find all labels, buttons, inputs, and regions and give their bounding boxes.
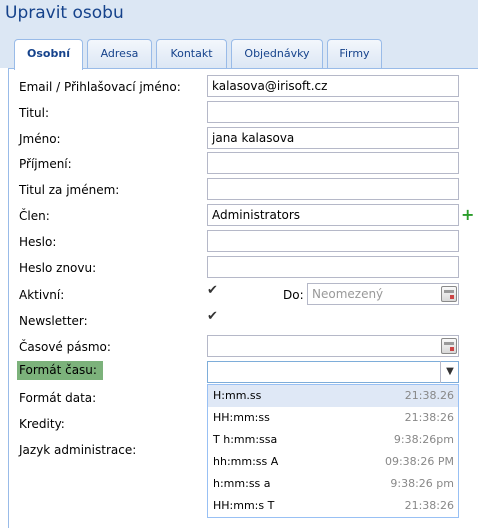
tab-adresa[interactable]: Adresa: [87, 39, 152, 69]
tab-firmy[interactable]: Firmy: [327, 39, 382, 69]
timezone-picker-icon[interactable]: [441, 338, 457, 354]
newsletter-checkbox[interactable]: ✔: [207, 310, 220, 323]
option-format: hh:mm:ss A: [213, 455, 279, 468]
titul-field[interactable]: [207, 101, 459, 123]
list-item[interactable]: hh:mm:ss A 09:38:26 PM: [208, 451, 458, 473]
calendar-icon[interactable]: [441, 286, 457, 302]
list-item[interactable]: H:mm.ss 21:38.26: [208, 385, 458, 407]
heslo-znovu-field[interactable]: [207, 256, 459, 278]
option-example: 21:38.26: [404, 389, 454, 402]
option-example: 09:38:26 PM: [384, 455, 454, 468]
heslo-znovu-label: Heslo znovu:: [19, 261, 97, 275]
option-example: 21:38:26: [404, 411, 454, 424]
option-format: T h:mm:ssa: [213, 433, 278, 446]
list-item[interactable]: HH:mm:ss 21:38:26: [208, 407, 458, 429]
clen-label: Člen:: [19, 209, 50, 223]
prijmeni-label: Příjmení:: [19, 157, 72, 171]
list-item[interactable]: HH:mm:s T 21:38:26: [208, 495, 458, 517]
format-data-label: Formát data:: [19, 391, 97, 405]
kredity-label: Kredity:: [19, 417, 65, 431]
option-example: 9:38:26pm: [393, 433, 454, 446]
tab-objednavky[interactable]: Objednávky: [231, 39, 323, 69]
time-format-dropdown: H:mm.ss 21:38.26 HH:mm:ss 21:38:26 T h:mm:…: [207, 384, 459, 518]
casove-pasmo-label: Časové pásmo:: [19, 340, 111, 354]
tab-label: Firmy: [339, 47, 370, 60]
email-label: Email / Přihlašovací jméno:: [19, 80, 181, 94]
clen-field[interactable]: Administrators: [207, 204, 459, 226]
option-format: H:mm.ss: [213, 389, 262, 402]
jazyk-label: Jazyk administrace:: [19, 443, 137, 457]
titul-label: Titul:: [19, 106, 49, 120]
option-format: HH:mm:ss: [213, 411, 270, 424]
aktivni-label: Aktivní:: [19, 288, 65, 302]
tab-kontakt[interactable]: Kontakt: [156, 39, 227, 69]
heslo-field[interactable]: [207, 230, 459, 252]
tab-label: Objednávky: [244, 47, 310, 60]
option-format: HH:mm:s T: [213, 499, 275, 512]
tab-label: Osobní: [27, 47, 70, 60]
do-label: Do:: [283, 288, 304, 302]
prijmeni-field[interactable]: [207, 152, 459, 174]
tab-label: Kontakt: [170, 47, 213, 60]
option-format: h:mm:ss a: [213, 477, 271, 490]
tab-label: Adresa: [100, 47, 139, 60]
list-item[interactable]: h:mm:ss a 9:38:26 pm: [208, 473, 458, 495]
list-item[interactable]: T h:mm:ssa 9:38:26pm: [208, 429, 458, 451]
format-casu-label: Formát času:: [17, 361, 103, 380]
titul-za-field[interactable]: [207, 178, 459, 200]
tab-osobni[interactable]: Osobní: [14, 39, 83, 70]
jmeno-field[interactable]: jana kalasova: [207, 127, 459, 149]
chevron-down-icon[interactable]: ▼: [440, 361, 459, 383]
newsletter-label: Newsletter:: [19, 314, 88, 328]
titul-za-label: Titul za jménem:: [19, 183, 120, 197]
plus-icon[interactable]: +: [461, 207, 475, 223]
email-field[interactable]: kalasova@irisoft.cz: [207, 75, 459, 97]
format-casu-combo[interactable]: [207, 361, 459, 383]
option-example: 21:38:26: [404, 499, 454, 512]
aktivni-checkbox[interactable]: ✔: [207, 284, 220, 297]
casove-pasmo-field[interactable]: [207, 335, 459, 357]
do-date-field[interactable]: Neomezený: [307, 283, 459, 305]
window-title: Upravit osobu: [5, 3, 124, 23]
option-example: 9:38:26 pm: [390, 477, 454, 490]
heslo-label: Heslo:: [19, 235, 57, 249]
jmeno-label: Jméno:: [19, 132, 61, 146]
